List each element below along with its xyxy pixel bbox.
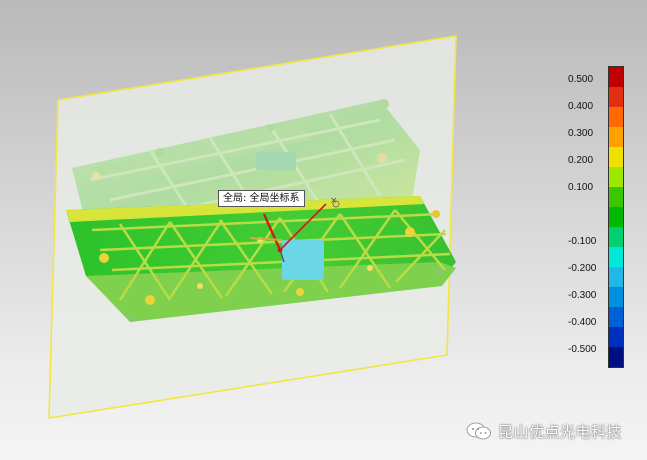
legend-tick: 0.300 bbox=[568, 128, 594, 139]
legend-segment bbox=[609, 227, 623, 247]
legend-segment bbox=[609, 127, 623, 147]
legend-tick: 0.100 bbox=[568, 182, 594, 193]
wechat-icon bbox=[466, 422, 491, 440]
legend-tick: 0.400 bbox=[568, 101, 594, 112]
coordinate-system-label: 全局: 全局坐标系 bbox=[218, 190, 305, 207]
legend-color-bar bbox=[608, 66, 624, 368]
legend-tick: -0.200 bbox=[568, 263, 597, 274]
legend-segment bbox=[609, 287, 623, 307]
legend-segment bbox=[609, 247, 623, 267]
legend-tick: 0.200 bbox=[568, 155, 594, 166]
legend-tick: -0.400 bbox=[568, 317, 597, 328]
legend-segment bbox=[609, 267, 623, 287]
legend-segment bbox=[609, 67, 623, 87]
legend-segment bbox=[609, 147, 623, 167]
deviation-color-legend: 0.500 0.400 0.300 0.200 0.100 -0.100 -0.… bbox=[568, 66, 628, 368]
legend-segment bbox=[609, 327, 623, 347]
legend-segment bbox=[609, 307, 623, 327]
legend-segment bbox=[609, 207, 623, 227]
svg-text:×: × bbox=[330, 196, 338, 206]
scene: × bbox=[48, 35, 457, 419]
watermark: 昆山优点光电科技 bbox=[466, 420, 622, 442]
legend-segment bbox=[609, 347, 623, 367]
legend-segment bbox=[609, 167, 623, 187]
legend-tick: -0.300 bbox=[568, 290, 597, 301]
legend-segment bbox=[609, 87, 623, 107]
legend-tick: 0.500 bbox=[568, 74, 594, 85]
legend-segment bbox=[609, 107, 623, 127]
cyan-region bbox=[282, 240, 324, 280]
3d-viewport[interactable]: × 全局: 全局坐标系 0.500 0.400 0.300 0.200 0.10… bbox=[0, 0, 647, 460]
watermark-text: 昆山优点光电科技 bbox=[498, 422, 623, 441]
legend-tick: -0.100 bbox=[568, 236, 597, 247]
legend-tick: -0.500 bbox=[568, 344, 597, 355]
legend-segment bbox=[609, 187, 623, 207]
